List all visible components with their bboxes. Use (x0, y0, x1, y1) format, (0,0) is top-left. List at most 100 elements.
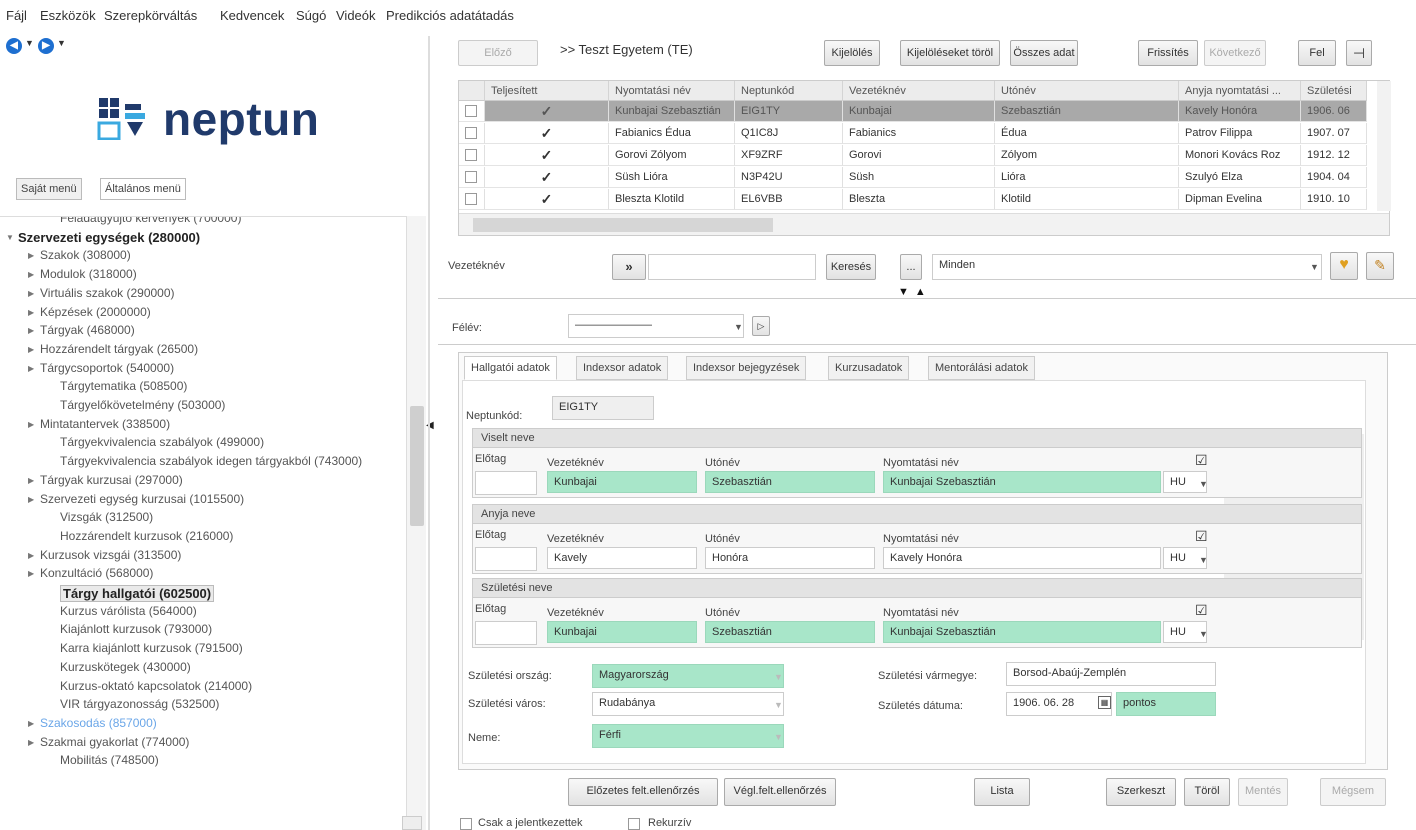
row-select-checkbox[interactable] (465, 149, 477, 161)
expand-right-icon[interactable]: ▶ (28, 738, 34, 747)
print-name-check-icon[interactable]: ☑ (1195, 529, 1208, 543)
print-name-check-icon[interactable]: ☑ (1195, 453, 1208, 467)
grid-cell[interactable]: Dipman Evelina (1179, 189, 1301, 210)
tab-course-data[interactable]: Kurzusadatok (828, 356, 910, 380)
column-header[interactable]: Születési (1301, 81, 1367, 101)
recursive-checkbox[interactable] (628, 818, 640, 830)
menu-role-switch[interactable]: Szerepkörváltás (104, 8, 197, 23)
search-arrow-button[interactable]: » (612, 254, 646, 280)
first-name-input[interactable]: Honóra (705, 547, 875, 569)
all-data-button[interactable]: Összes adat (1010, 40, 1078, 66)
left-scrollbar[interactable] (406, 216, 426, 830)
row-select-checkbox[interactable] (465, 193, 477, 205)
back-dropdown-icon[interactable]: ▼ (25, 38, 34, 48)
grid-cell[interactable]: Lióra (995, 167, 1179, 188)
language-dropdown-icon[interactable]: ▼ (1199, 629, 1208, 639)
expand-right-icon[interactable]: ▶ (28, 345, 34, 354)
grid-cell[interactable]: Klotild (995, 189, 1179, 210)
delete-button[interactable]: Töröl (1184, 778, 1230, 806)
grid-cell[interactable]: ✓ (485, 145, 609, 166)
birth-city-select[interactable]: Rudabánya (592, 692, 784, 716)
grid-cell[interactable]: Bleszta (843, 189, 995, 210)
menu-videos[interactable]: Videók (336, 8, 376, 23)
semester-go-icon[interactable]: ▷ (752, 316, 770, 336)
first-name-input[interactable]: Szebasztián (705, 621, 875, 643)
birth-county-select[interactable]: Borsod-Abaúj-Zemplén (1006, 662, 1216, 686)
grid-cell[interactable]: Édua (995, 123, 1179, 144)
birth-date-precision-select[interactable]: pontos (1116, 692, 1216, 716)
grid-cell[interactable]: EL6VBB (735, 189, 843, 210)
splitter-toggle-icon[interactable]: ▼▲ (898, 286, 932, 298)
prefix-input[interactable] (475, 471, 537, 495)
menu-favorites[interactable]: Kedvencek (220, 8, 284, 23)
gender-select[interactable]: Férfi (592, 724, 784, 748)
forward-icon[interactable]: ▶ (38, 38, 54, 54)
semester-select[interactable]: ——————— (568, 314, 744, 338)
birth-date-input[interactable]: 1906. 06. 28 (1006, 692, 1112, 716)
tab-own-menu[interactable]: Saját menü (16, 178, 82, 200)
grid-cell[interactable]: Szebasztián (995, 101, 1179, 122)
expand-right-icon[interactable]: ▶ (28, 270, 34, 279)
menu-file[interactable]: Fájl (6, 8, 27, 23)
expand-right-icon[interactable]: ▶ (28, 551, 34, 560)
tab-index-entries[interactable]: Indexsor bejegyzések (686, 356, 807, 380)
grid-cell[interactable]: XF9ZRF (735, 145, 843, 166)
print-name-input[interactable]: Kunbajai Szebasztián (883, 471, 1161, 493)
column-header[interactable]: Utónév (995, 81, 1179, 101)
grid-cell[interactable]: Gorovi Zólyom (609, 145, 735, 166)
expand-right-icon[interactable]: ▶ (28, 420, 34, 429)
final-check-button[interactable]: Végl.felt.ellenőrzés (724, 778, 836, 806)
next-button[interactable]: Következő (1204, 40, 1266, 66)
tab-general-menu[interactable]: Általános menü (100, 178, 186, 200)
column-header[interactable]: Teljesített (485, 81, 609, 101)
grid-cell[interactable]: 1912. 12 (1301, 145, 1367, 166)
grid-cell[interactable] (459, 145, 485, 166)
grid-cell[interactable] (459, 167, 485, 188)
grid-cell[interactable]: Fabianics Édua (609, 123, 735, 144)
expand-right-icon[interactable]: ▶ (28, 289, 34, 298)
last-name-input[interactable]: Kunbajai (547, 621, 697, 643)
print-name-input[interactable]: Kavely Honóra (883, 547, 1161, 569)
grid-cell[interactable] (459, 123, 485, 144)
expand-right-icon[interactable]: ▶ (28, 308, 34, 317)
edit-button[interactable]: Szerkeszt (1106, 778, 1176, 806)
expand-right-icon[interactable]: ▶ (28, 495, 34, 504)
filter-dropdown-icon[interactable]: ▼ (1310, 262, 1319, 272)
grid-cell[interactable]: ✓ (485, 101, 609, 122)
grid-cell[interactable]: Patrov Filippa (1179, 123, 1301, 144)
grid-cell[interactable]: ✓ (485, 189, 609, 210)
splitter[interactable] (428, 36, 430, 830)
prefix-input[interactable] (475, 547, 537, 571)
grid-cell[interactable]: Monori Kovács Roz (1179, 145, 1301, 166)
grid-cell[interactable]: Fabianics (843, 123, 995, 144)
grid-cell[interactable] (459, 101, 485, 122)
grid-cell[interactable]: 1910. 10 (1301, 189, 1367, 210)
menu-prediction[interactable]: Predikciós adatátadás (386, 8, 514, 23)
grid-cell[interactable]: ✓ (485, 123, 609, 144)
scroll-thumb[interactable] (473, 218, 773, 232)
row-select-checkbox[interactable] (465, 171, 477, 183)
edit-note-icon[interactable]: ✎ (1366, 252, 1394, 280)
country-dropdown-icon[interactable]: ▼ (774, 672, 783, 682)
save-button[interactable]: Mentés (1238, 778, 1288, 806)
language-dropdown-icon[interactable]: ▼ (1199, 555, 1208, 565)
grid-cell[interactable]: Süsh Lióra (609, 167, 735, 188)
birth-country-select[interactable]: Magyarország (592, 664, 784, 688)
prefix-input[interactable] (475, 621, 537, 645)
grid-cell[interactable]: ✓ (485, 167, 609, 188)
grid-cell[interactable]: Kunbajai (843, 101, 995, 122)
grid-horizontal-scrollbar[interactable] (459, 213, 1389, 235)
grid-vertical-scrollbar[interactable] (1377, 81, 1391, 211)
grid-cell[interactable]: Q1IC8J (735, 123, 843, 144)
search-input[interactable] (648, 254, 816, 280)
search-button[interactable]: Keresés (826, 254, 876, 280)
forward-dropdown-icon[interactable]: ▼ (57, 38, 66, 48)
deselect-button[interactable]: Kijelöléseket töröl (900, 40, 1000, 66)
expand-right-icon[interactable]: ▶ (28, 251, 34, 260)
expand-right-icon[interactable]: ▶ (28, 719, 34, 728)
refresh-button[interactable]: Frissítés (1138, 40, 1198, 66)
grid-cell[interactable]: 1906. 06 (1301, 101, 1367, 122)
grid-cell[interactable]: Zólyom (995, 145, 1179, 166)
tab-student-data[interactable]: Hallgatói adatok (464, 356, 557, 380)
first-name-input[interactable]: Szebasztián (705, 471, 875, 493)
